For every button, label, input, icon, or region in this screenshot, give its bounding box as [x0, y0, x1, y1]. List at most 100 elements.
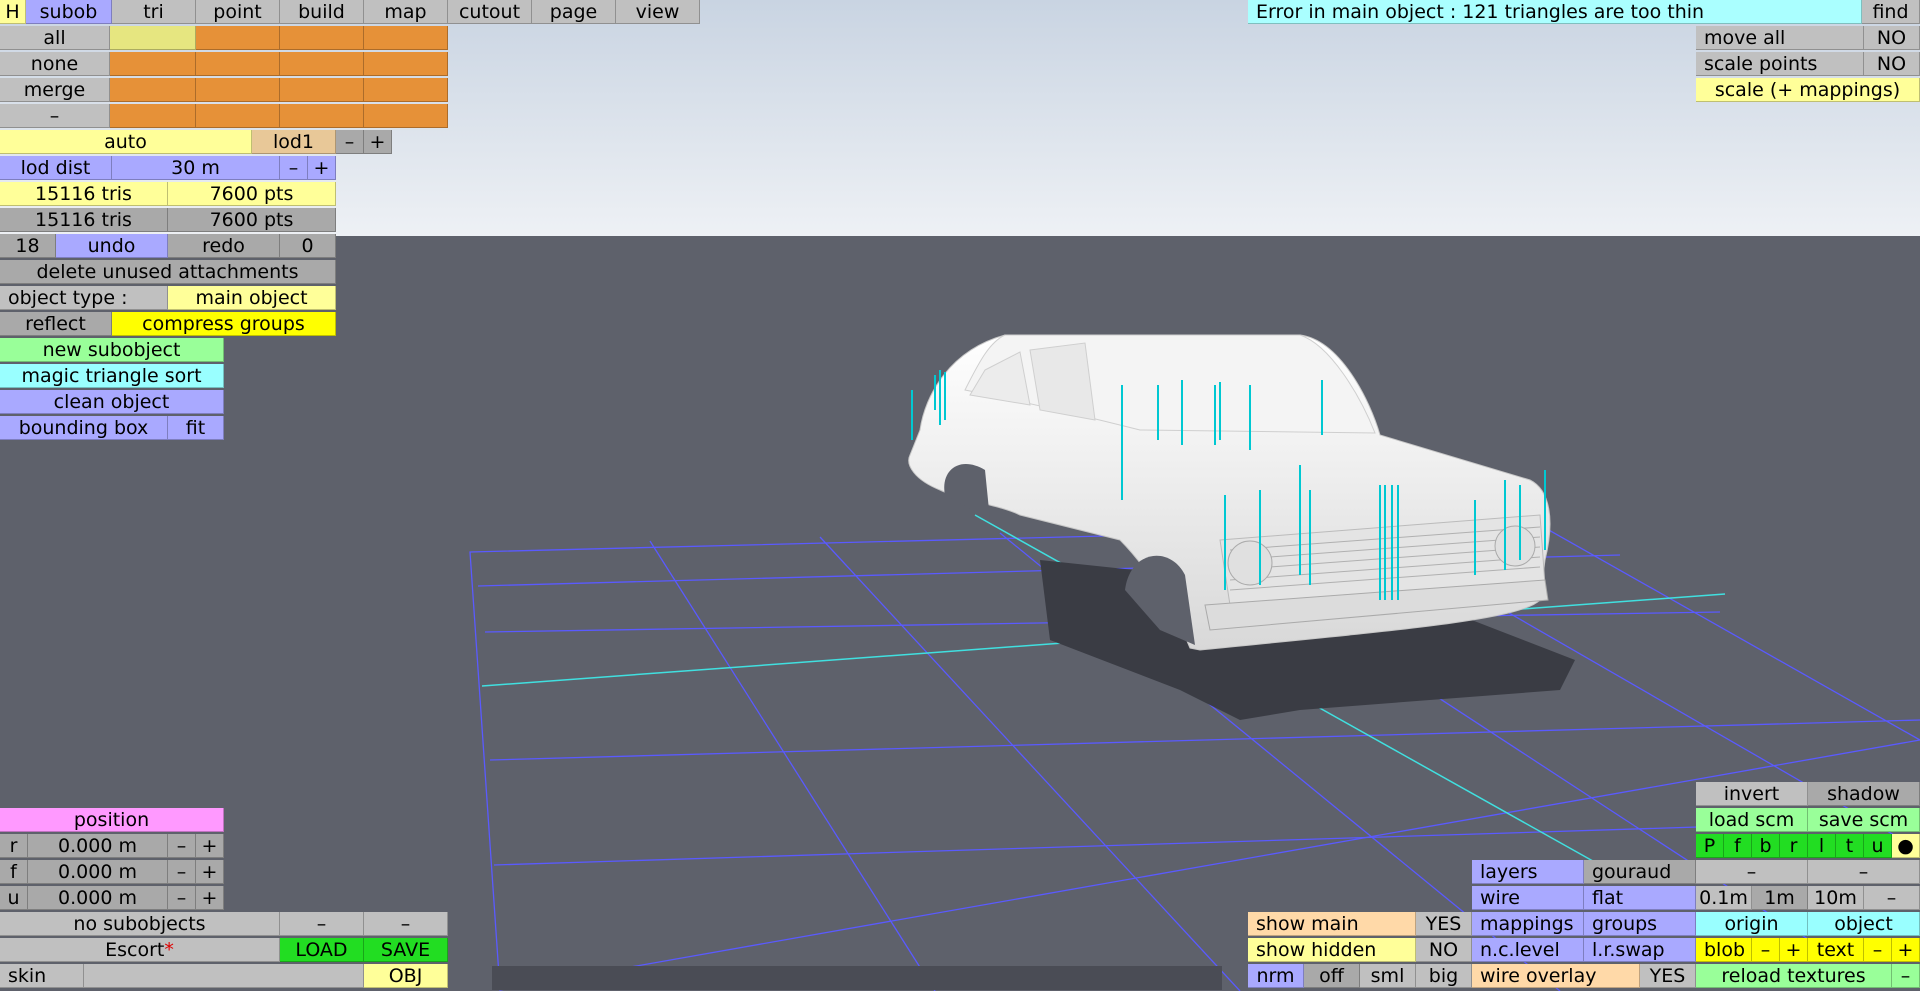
normals-big-button[interactable]: big	[1416, 964, 1472, 988]
bounding-box-button[interactable]: bounding box	[0, 416, 168, 440]
slot-cell[interactable]	[110, 104, 196, 128]
subobject-list[interactable]: no subobjects	[0, 912, 280, 936]
slot-cell[interactable]	[280, 104, 364, 128]
subobject-dash-1[interactable]: –	[280, 912, 364, 936]
slot-cell[interactable]	[280, 26, 364, 50]
lod-dist-plus-button[interactable]: +	[308, 156, 336, 180]
lod-name[interactable]: lod1	[252, 130, 336, 154]
lod-plus-button[interactable]: +	[364, 130, 392, 154]
blob-plus-button[interactable]: +	[1780, 938, 1808, 962]
slot-cell[interactable]	[364, 104, 448, 128]
slot-cell[interactable]	[280, 78, 364, 102]
find-button[interactable]: find	[1862, 0, 1920, 24]
view-under-button[interactable]: u	[1864, 834, 1892, 858]
lod-dist-value[interactable]: 30 m	[112, 156, 280, 180]
dash-a-button[interactable]: –	[1696, 860, 1808, 884]
text-minus-button[interactable]: –	[1864, 938, 1892, 962]
load-scm-button[interactable]: load scm	[1696, 808, 1808, 832]
tab-page[interactable]: page	[532, 0, 616, 24]
view-left-button[interactable]: l	[1808, 834, 1836, 858]
object-type-value[interactable]: main object	[168, 286, 336, 310]
select-none-button[interactable]: none	[0, 52, 110, 76]
tab-cutout[interactable]: cutout	[448, 0, 532, 24]
lr-swap-button[interactable]: l.r.swap	[1584, 938, 1696, 962]
delete-unused-attachments-button[interactable]: delete unused attachments	[0, 260, 336, 284]
blob-button[interactable]: blob	[1696, 938, 1752, 962]
show-hidden-button[interactable]: show hidden	[1248, 938, 1416, 962]
tab-tri[interactable]: tri	[112, 0, 196, 24]
view-back-button[interactable]: b	[1752, 834, 1780, 858]
view-front-button[interactable]: f	[1724, 834, 1752, 858]
slot-cell[interactable]	[364, 78, 448, 102]
slot-cell[interactable]	[110, 52, 196, 76]
text-button[interactable]: text	[1808, 938, 1864, 962]
tab-map[interactable]: map	[364, 0, 448, 24]
mappings-button[interactable]: mappings	[1472, 912, 1584, 936]
slot-cell[interactable]	[110, 78, 196, 102]
position-u-minus[interactable]: –	[168, 886, 196, 910]
view-right-button[interactable]: r	[1780, 834, 1808, 858]
move-all-button[interactable]: move all	[1696, 26, 1864, 50]
load-button[interactable]: LOAD	[280, 938, 364, 962]
dash-b-button[interactable]: –	[1808, 860, 1920, 884]
skin-button[interactable]: skin	[0, 964, 84, 988]
invert-button[interactable]: invert	[1696, 782, 1808, 806]
tab-subob[interactable]: subob	[26, 0, 112, 24]
view-perspective-button[interactable]: P	[1696, 834, 1724, 858]
show-main-button[interactable]: show main	[1248, 912, 1416, 936]
nc-level-button[interactable]: n.c.level	[1472, 938, 1584, 962]
position-f-minus[interactable]: –	[168, 860, 196, 884]
select-all-button[interactable]: all	[0, 26, 110, 50]
redo-button[interactable]: redo	[168, 234, 280, 258]
show-hidden-value[interactable]: NO	[1416, 938, 1472, 962]
reflect-button[interactable]: reflect	[0, 312, 112, 336]
shadow-button[interactable]: shadow	[1808, 782, 1920, 806]
reload-minus-button[interactable]: –	[1892, 964, 1920, 988]
slot-cell[interactable]	[196, 78, 280, 102]
normals-nrm-button[interactable]: nrm	[1248, 964, 1304, 988]
lod-auto-button[interactable]: auto	[0, 130, 252, 154]
new-subobject-button[interactable]: new subobject	[0, 338, 224, 362]
file-name[interactable]: Escort*	[0, 938, 280, 962]
merge-button[interactable]: merge	[0, 78, 110, 102]
dash-button[interactable]: –	[0, 104, 110, 128]
groups-button[interactable]: groups	[1584, 912, 1696, 936]
menu-h-button[interactable]: H	[0, 0, 26, 24]
show-main-value[interactable]: YES	[1416, 912, 1472, 936]
grid-01m-button[interactable]: 0.1m	[1696, 886, 1752, 910]
text-plus-button[interactable]: +	[1892, 938, 1920, 962]
lod-dist-minus-button[interactable]: –	[280, 156, 308, 180]
undo-button[interactable]: undo	[56, 234, 168, 258]
tab-build[interactable]: build	[280, 0, 364, 24]
position-r-plus[interactable]: +	[196, 834, 224, 858]
scale-points-value[interactable]: NO	[1864, 52, 1920, 76]
position-f-value[interactable]: 0.000 m	[28, 860, 168, 884]
wire-overlay-button[interactable]: wire overlay	[1472, 964, 1640, 988]
normals-sml-button[interactable]: sml	[1360, 964, 1416, 988]
slot-cell[interactable]	[196, 104, 280, 128]
slot-cell[interactable]	[364, 26, 448, 50]
grid-minus-button[interactable]: –	[1864, 886, 1920, 910]
slot-cell[interactable]	[280, 52, 364, 76]
scale-points-button[interactable]: scale points	[1696, 52, 1864, 76]
flat-button[interactable]: flat	[1584, 886, 1696, 910]
position-u-value[interactable]: 0.000 m	[28, 886, 168, 910]
slot-cell[interactable]	[110, 26, 196, 50]
subobject-dash-2[interactable]: –	[364, 912, 448, 936]
grid-1m-button[interactable]: 1m	[1752, 886, 1808, 910]
tab-point[interactable]: point	[196, 0, 280, 24]
layers-button[interactable]: layers	[1472, 860, 1584, 884]
slot-cell[interactable]	[364, 52, 448, 76]
lod-minus-button[interactable]: –	[336, 130, 364, 154]
slot-cell[interactable]	[196, 52, 280, 76]
scale-mappings-button[interactable]: scale (+ mappings)	[1696, 78, 1920, 102]
tab-view[interactable]: view	[616, 0, 700, 24]
save-scm-button[interactable]: save scm	[1808, 808, 1920, 832]
position-u-plus[interactable]: +	[196, 886, 224, 910]
save-button[interactable]: SAVE	[364, 938, 448, 962]
skin-field[interactable]	[84, 964, 364, 988]
blob-minus-button[interactable]: –	[1752, 938, 1780, 962]
position-f-plus[interactable]: +	[196, 860, 224, 884]
view-dot-button[interactable]: ●	[1892, 834, 1920, 858]
gouraud-button[interactable]: gouraud	[1584, 860, 1696, 884]
